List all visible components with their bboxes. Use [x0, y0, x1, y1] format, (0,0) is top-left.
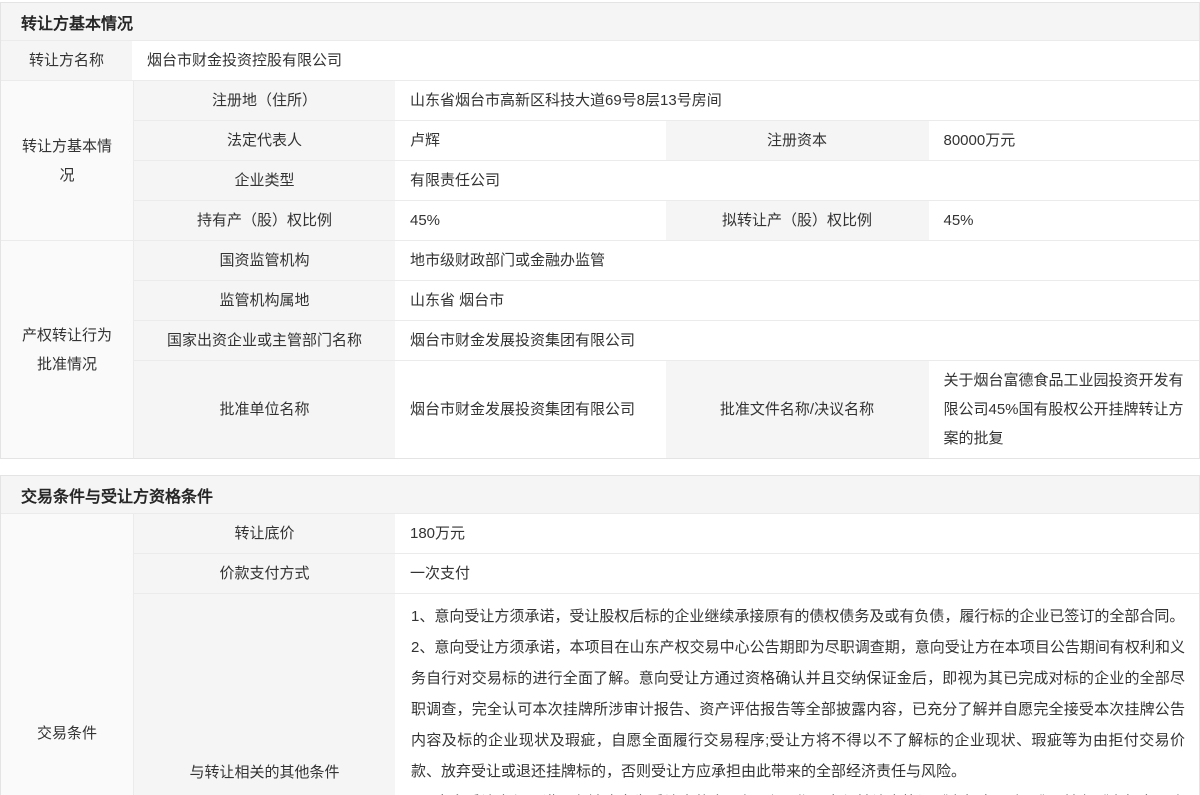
state-funded-enterprise-label: 国家出资企业或主管部门名称 — [134, 321, 397, 360]
approval-unit-document-row: 批准单位名称 烟台市财金发展投资集团有限公司 批准文件名称/决议名称 关于烟台富… — [134, 360, 1199, 458]
property-transfer-listing-page: 转让方基本情况 转让方名称 烟台市财金投资控股有限公司 转让方基本情况 注册地（… — [0, 0, 1200, 795]
supervision-agency-row: 国资监管机构 地市级财政部门或金融办监管 — [134, 241, 1199, 280]
state-funded-enterprise-row: 国家出资企业或主管部门名称 烟台市财金发展投资集团有限公司 — [134, 320, 1199, 360]
payment-method-row: 价款支付方式 一次支付 — [134, 553, 1199, 593]
registered-address-row: 注册地（住所） 山东省烟台市高新区科技大道69号8层13号房间 — [134, 81, 1199, 120]
agency-region-row: 监管机构属地 山东省 烟台市 — [134, 280, 1199, 320]
transaction-conditions-group: 交易条件 转让底价 180万元 价款支付方式 一次支付 与转让相关的其他条件 1… — [1, 513, 1199, 795]
base-price-value: 180万元 — [397, 514, 1199, 553]
agency-region-label: 监管机构属地 — [134, 281, 397, 320]
other-conditions-label: 与转让相关的其他条件 — [134, 594, 397, 795]
registered-capital-label: 注册资本 — [666, 121, 931, 160]
transferor-section-header: 转让方基本情况 — [1, 3, 1199, 40]
transaction-conditions-group-rows: 转让底价 180万元 价款支付方式 一次支付 与转让相关的其他条件 1、意向受让… — [134, 514, 1199, 795]
condition-item-1: 1、意向受让方须承诺，受让股权后标的企业继续承接原有的债权债务及或有负债，履行标… — [411, 601, 1185, 632]
legal-rep-label: 法定代表人 — [134, 121, 397, 160]
payment-method-label: 价款支付方式 — [134, 554, 397, 593]
supervision-agency-label: 国资监管机构 — [134, 241, 397, 280]
transferor-section: 转让方基本情况 转让方名称 烟台市财金投资控股有限公司 转让方基本情况 注册地（… — [0, 2, 1200, 459]
held-ratio-value: 45% — [397, 201, 666, 240]
legal-rep-capital-row: 法定代表人 卢辉 注册资本 80000万元 — [134, 120, 1199, 160]
transferor-name-label: 转让方名称 — [1, 41, 134, 80]
basic-info-group: 转让方基本情况 注册地（住所） 山东省烟台市高新区科技大道69号8层13号房间 … — [1, 80, 1199, 240]
agency-region-value: 山东省 烟台市 — [397, 281, 1199, 320]
approval-document-value: 关于烟台富德食品工业园投资开发有限公司45%国有股权公开挂牌转让方案的批复 — [931, 361, 1200, 458]
company-type-row: 企业类型 有限责任公司 — [134, 160, 1199, 200]
approval-unit-value: 烟台市财金发展投资集团有限公司 — [397, 361, 666, 458]
basic-info-group-label: 转让方基本情况 — [1, 81, 134, 240]
state-funded-enterprise-value: 烟台市财金发展投资集团有限公司 — [397, 321, 1199, 360]
other-conditions-row: 与转让相关的其他条件 1、意向受让方须承诺，受让股权后标的企业继续承接原有的债权… — [134, 593, 1199, 795]
transaction-conditions-group-label: 交易条件 — [1, 514, 134, 795]
transferor-section-title: 转让方基本情况 — [21, 10, 133, 34]
registered-address-value: 山东省烟台市高新区科技大道69号8层13号房间 — [397, 81, 1199, 120]
base-price-row: 转让底价 180万元 — [134, 514, 1199, 553]
other-conditions-value: 1、意向受让方须承诺，受让股权后标的企业继续承接原有的债权债务及或有负债，履行标… — [397, 594, 1199, 795]
held-ratio-label: 持有产（股）权比例 — [134, 201, 397, 240]
basic-info-group-rows: 注册地（住所） 山东省烟台市高新区科技大道69号8层13号房间 法定代表人 卢辉… — [134, 81, 1199, 240]
registered-address-label: 注册地（住所） — [134, 81, 397, 120]
transaction-conditions-header: 交易条件与受让方资格条件 — [1, 476, 1199, 513]
condition-item-3: 3、意向受让方须承诺，在被确定为受让方的次日起5个工作日内与转让方签订《产权交易… — [411, 787, 1185, 795]
equity-ratio-row: 持有产（股）权比例 45% 拟转让产（股）权比例 45% — [134, 200, 1199, 240]
approval-info-group-rows: 国资监管机构 地市级财政部门或金融办监管 监管机构属地 山东省 烟台市 国家出资… — [134, 241, 1199, 458]
transferor-name-value: 烟台市财金投资控股有限公司 — [134, 41, 1199, 80]
approval-unit-label: 批准单位名称 — [134, 361, 397, 458]
base-price-label: 转让底价 — [134, 514, 397, 553]
condition-item-2: 2、意向受让方须承诺，本项目在山东产权交易中心公告期即为尽职调查期，意向受让方在… — [411, 632, 1185, 787]
company-type-label: 企业类型 — [134, 161, 397, 200]
company-type-value: 有限责任公司 — [397, 161, 1199, 200]
supervision-agency-value: 地市级财政部门或金融办监管 — [397, 241, 1199, 280]
transaction-conditions-section: 交易条件与受让方资格条件 交易条件 转让底价 180万元 价款支付方式 一次支付… — [0, 475, 1200, 795]
transfer-ratio-label: 拟转让产（股）权比例 — [666, 201, 931, 240]
approval-info-group-label: 产权转让行为批准情况 — [1, 241, 134, 458]
approval-document-label: 批准文件名称/决议名称 — [666, 361, 931, 458]
approval-info-group: 产权转让行为批准情况 国资监管机构 地市级财政部门或金融办监管 监管机构属地 山… — [1, 240, 1199, 458]
registered-capital-value: 80000万元 — [931, 121, 1200, 160]
payment-method-value: 一次支付 — [397, 554, 1199, 593]
transaction-conditions-title: 交易条件与受让方资格条件 — [21, 483, 213, 507]
transferor-name-row: 转让方名称 烟台市财金投资控股有限公司 — [1, 40, 1199, 80]
transfer-ratio-value: 45% — [931, 201, 1200, 240]
legal-rep-value: 卢辉 — [397, 121, 666, 160]
